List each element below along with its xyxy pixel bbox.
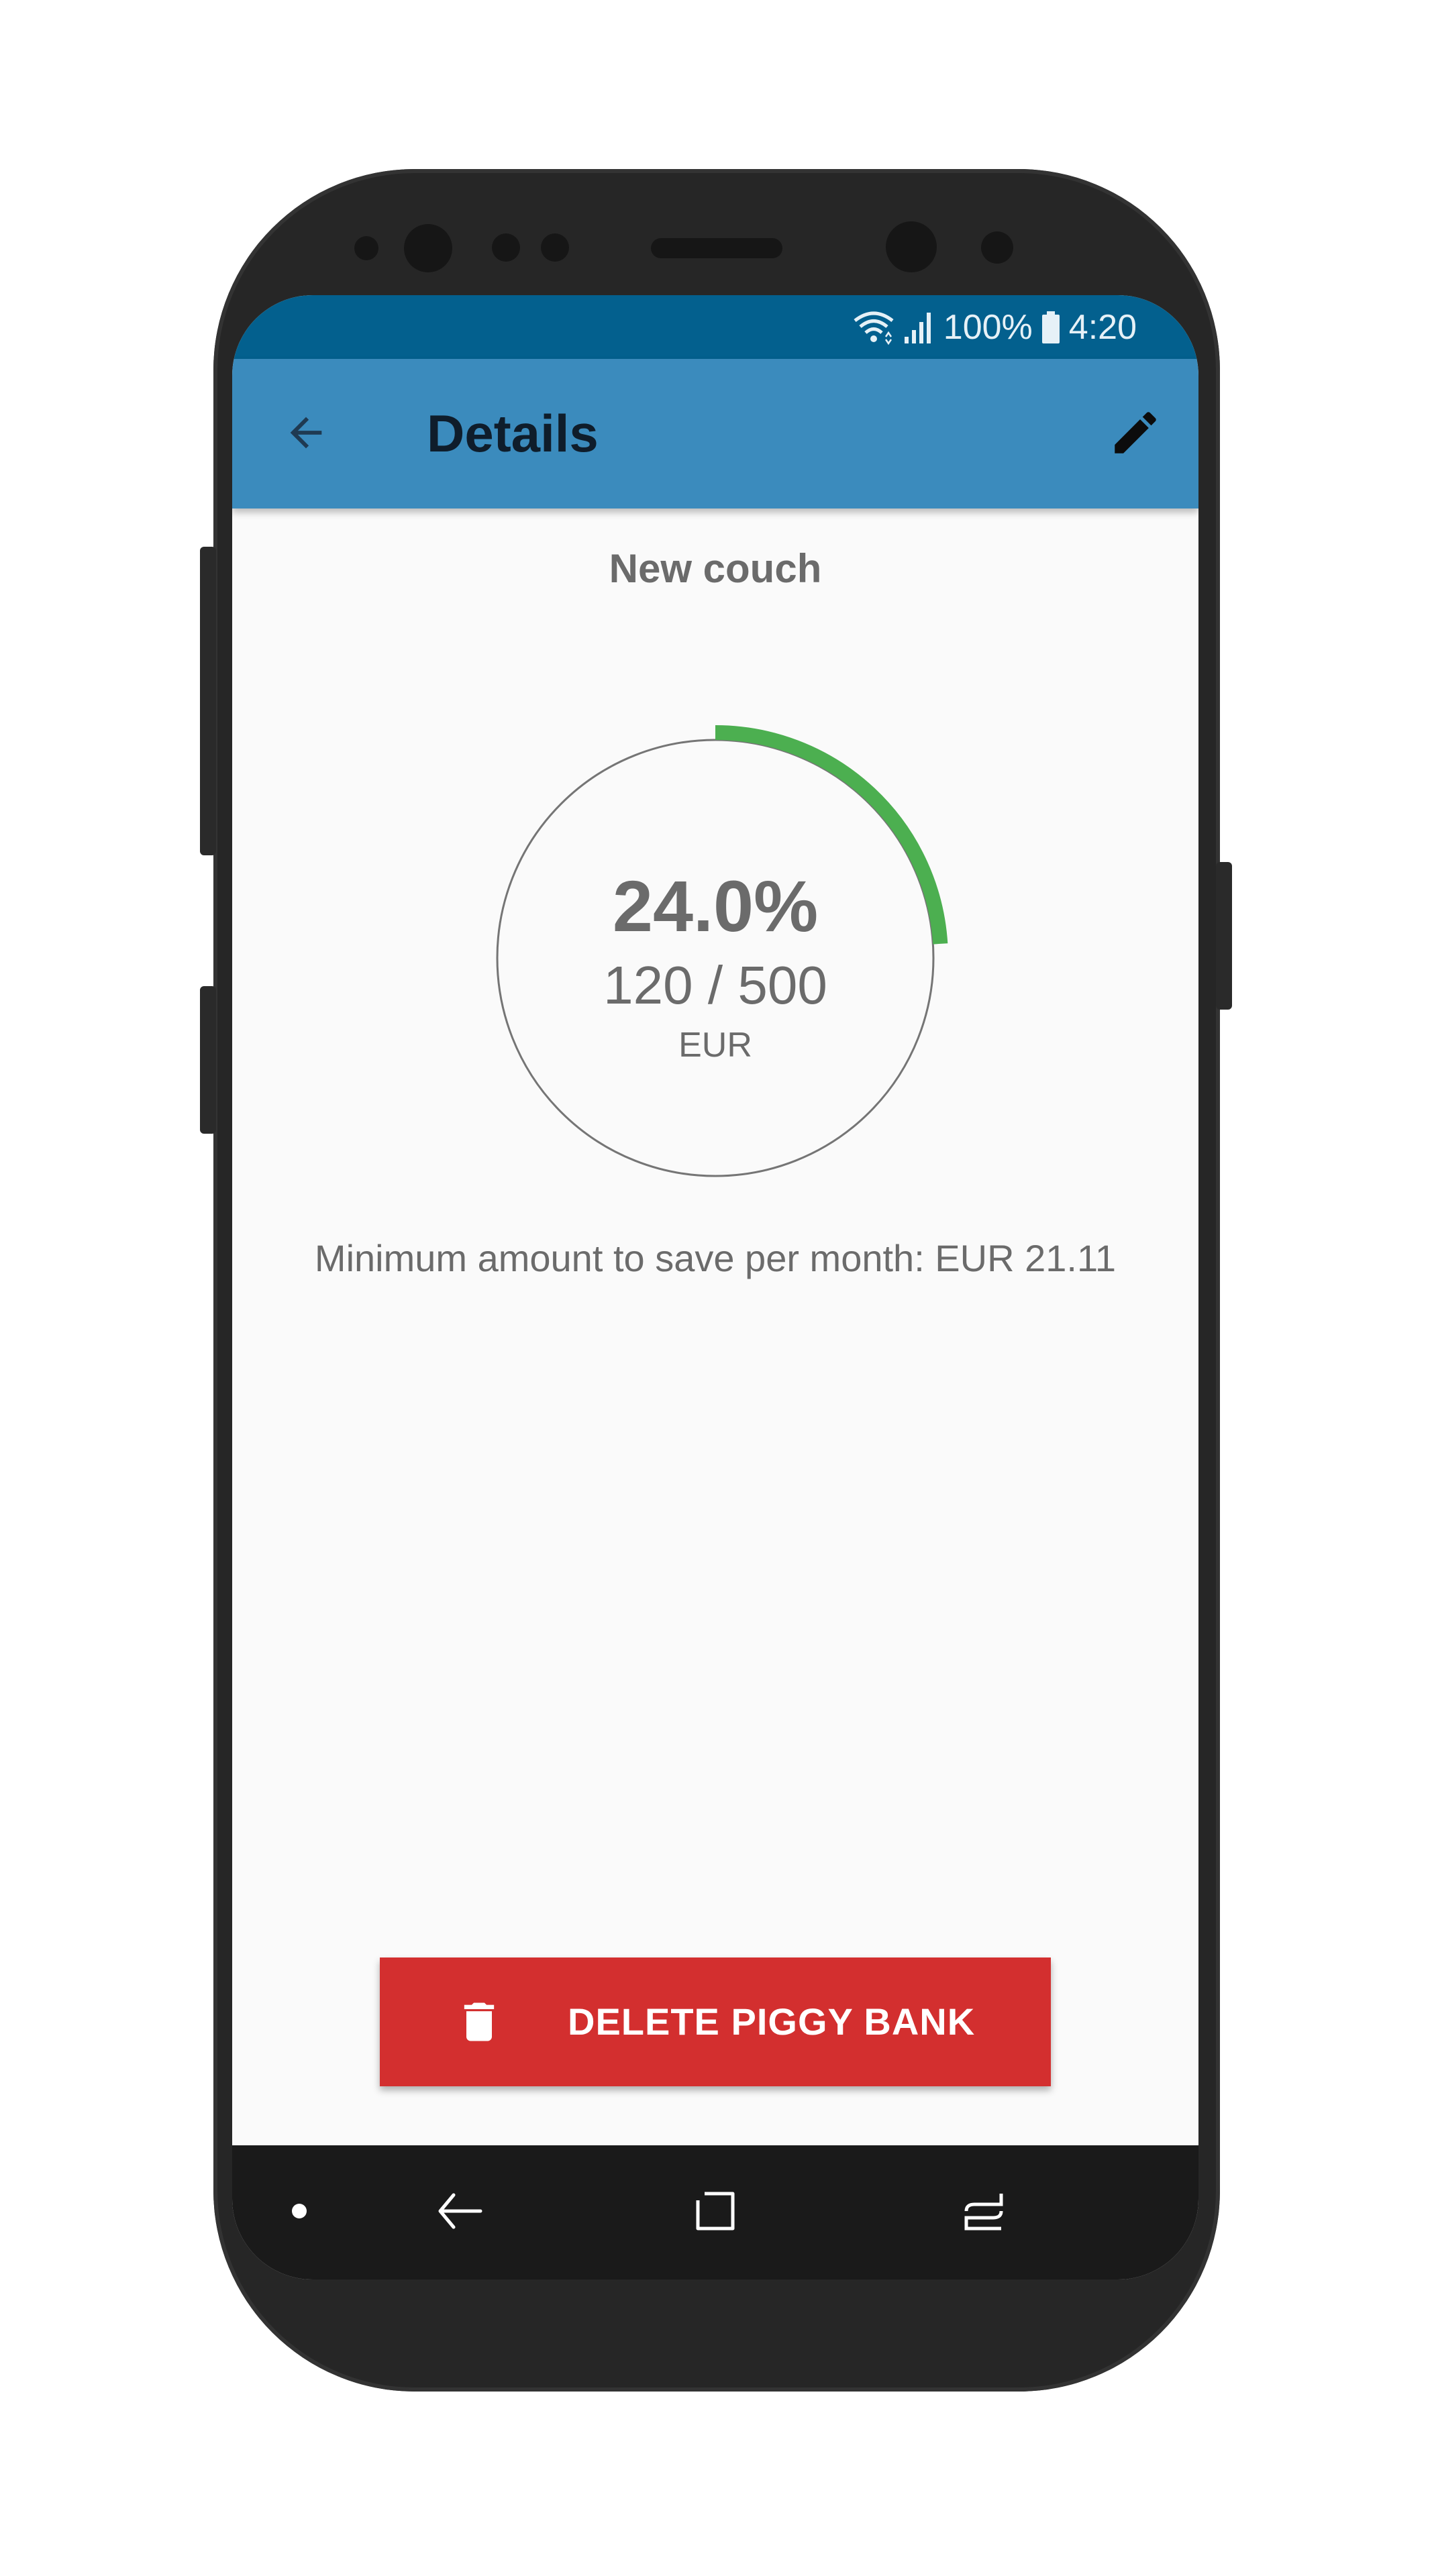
progress-labels: 24.0% 120 / 500 EUR (480, 723, 950, 1193)
power-button (1216, 862, 1232, 1010)
clock: 4:20 (1068, 308, 1137, 347)
minimum-save-text: Minimum amount to save per month: EUR 21… (314, 1237, 1117, 1279)
edit-button[interactable] (1102, 400, 1169, 468)
nav-back-button[interactable] (427, 2179, 494, 2246)
dot-icon (289, 2201, 309, 2224)
front-camera (404, 224, 452, 272)
delete-button-label: DELETE PIGGY BANK (568, 2000, 976, 2043)
pencil-icon (1108, 405, 1163, 464)
proximity-sensor (492, 233, 520, 262)
content-area: New couch 24.0% 120 / 500 EUR Minimum am… (232, 508, 1198, 2145)
wifi-icon (852, 310, 895, 345)
light-sensor (541, 233, 569, 262)
signal-icon (903, 310, 935, 345)
arrow-left-icon (283, 409, 329, 460)
battery-percent: 100% (943, 308, 1033, 347)
navigation-bar (232, 2145, 1198, 2279)
status-icons: 100% 4:20 (852, 307, 1137, 347)
screen: 100% 4:20 Details New couch 24.0% 120 / … (232, 295, 1198, 2279)
back-icon (433, 2184, 487, 2241)
trash-icon (454, 1996, 505, 2047)
delete-piggy-bank-button[interactable]: DELETE PIGGY BANK (380, 1957, 1051, 2086)
switch-icon (957, 2184, 1011, 2241)
saved-amount: 120 / 500 (603, 955, 827, 1015)
front-sensor (354, 236, 378, 260)
back-button[interactable] (272, 400, 340, 468)
app-bar: Details (232, 359, 1198, 508)
volume-down-button (200, 986, 216, 1134)
battery-icon (1041, 310, 1061, 345)
currency-label: EUR (678, 1026, 752, 1065)
nav-home-button[interactable] (682, 2179, 749, 2246)
iris-sensor (981, 231, 1013, 264)
earpiece-speaker (651, 238, 782, 258)
nav-dot-button[interactable] (266, 2179, 333, 2246)
volume-up-button (200, 547, 216, 855)
progress-percent: 24.0% (612, 865, 819, 947)
piggy-bank-name: New couch (609, 546, 822, 591)
nav-switch-button[interactable] (950, 2179, 1017, 2246)
iris-camera (886, 221, 937, 272)
page-title: Details (427, 404, 599, 463)
status-bar: 100% 4:20 (232, 295, 1198, 359)
recents-icon (688, 2184, 742, 2241)
